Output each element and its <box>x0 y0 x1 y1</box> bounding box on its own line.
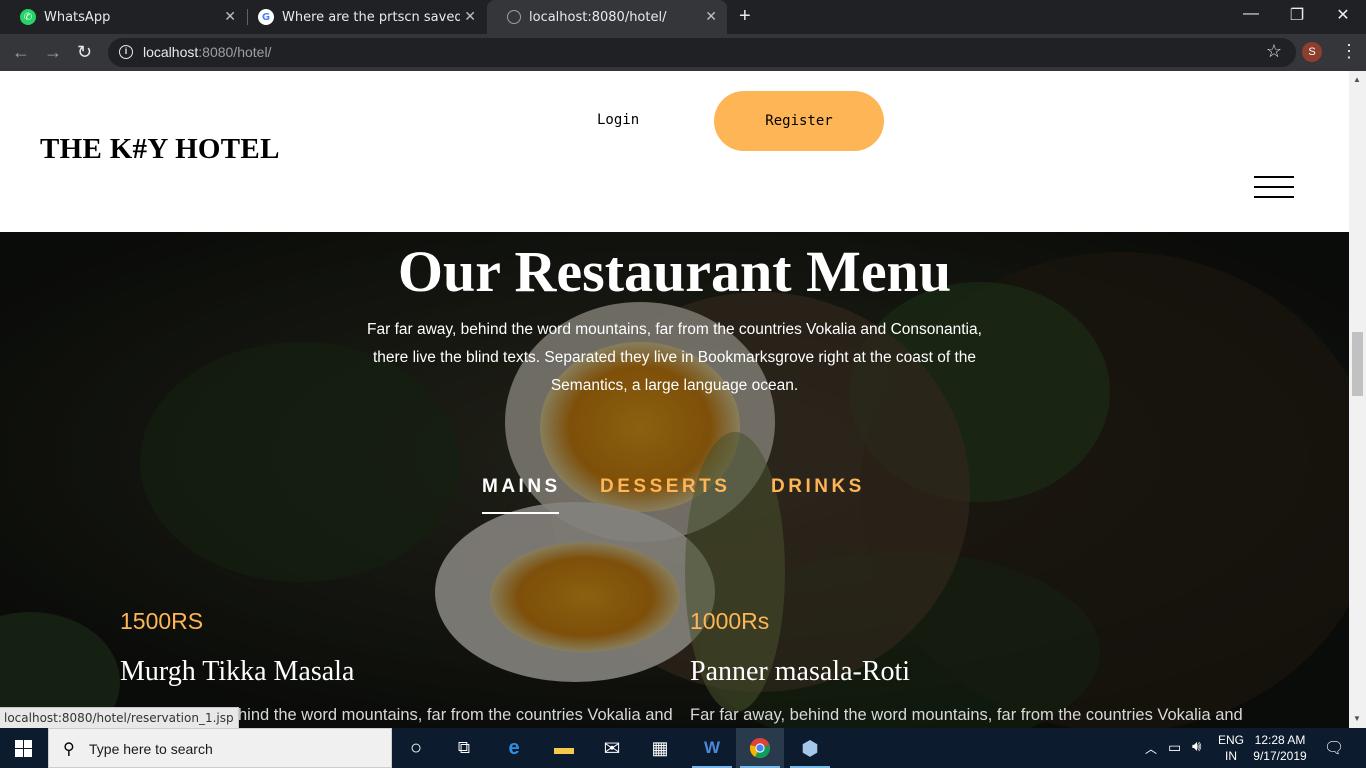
menu-category-tabs: MAINS DESSERTS DRINKS <box>0 476 1349 516</box>
back-icon[interactable]: ← <box>12 42 30 62</box>
virtualbox-icon[interactable]: ⬢ <box>786 728 834 768</box>
bookmark-star-icon[interactable]: ☆ <box>1266 41 1282 62</box>
scroll-down-arrow-icon[interactable]: ▼ <box>1353 714 1361 723</box>
close-tab-icon[interactable]: ✕ <box>464 9 476 25</box>
close-tab-icon[interactable]: ✕ <box>705 9 717 25</box>
clock-date: 9/17/2019 <box>1253 749 1307 763</box>
browser-toolbar: ← → ↻ i localhost:8080/hotel/ ☆ S ⋮ <box>0 34 1366 71</box>
active-tab-underline <box>482 512 559 514</box>
page-viewport: THE K#Y HOTEL Login Register Our Restaur… <box>0 71 1349 728</box>
menu-item-name: Murgh Tikka Masala <box>120 656 355 687</box>
show-hidden-icons-icon[interactable]: ︿ <box>1145 740 1157 757</box>
windows-start-icon[interactable] <box>15 740 32 757</box>
region-code: IN <box>1225 749 1237 763</box>
restore-icon[interactable]: ❐ <box>1274 5 1320 25</box>
whatsapp-icon: ✆ <box>20 9 36 25</box>
system-clock[interactable]: 12:28 AM 9/17/2019 <box>1248 732 1312 764</box>
tab-title: localhost:8080/hotel/ <box>529 9 667 25</box>
tab-whatsapp[interactable]: ✆ WhatsApp ✕ <box>0 0 246 34</box>
new-tab-icon[interactable]: + <box>739 6 751 26</box>
close-window-icon[interactable]: ✕ <box>1320 5 1366 25</box>
close-tab-icon[interactable]: ✕ <box>224 9 236 25</box>
google-icon: G <box>258 9 274 25</box>
browser-tab-strip: ✆ WhatsApp ✕ G Where are the prtscn save… <box>0 0 1366 34</box>
menu-item: 1000Rs Panner masala-Roti Far far away, … <box>690 608 1250 724</box>
notifications-icon[interactable]: 🗨︎ <box>1324 738 1344 758</box>
volume-icon[interactable]: 🔊︎ <box>1192 738 1201 755</box>
address-bar[interactable]: i localhost:8080/hotel/ ☆ <box>108 38 1296 67</box>
word-icon[interactable]: W <box>688 728 736 768</box>
file-explorer-icon[interactable]: ▬ <box>540 728 588 768</box>
language-code: ENG <box>1217 733 1244 747</box>
store-icon[interactable]: ▦ <box>636 728 684 768</box>
edge-browser-icon[interactable]: e <box>490 728 538 768</box>
reload-icon[interactable]: ↻ <box>77 42 92 62</box>
tab-google-search[interactable]: G Where are the prtscn saved in Wi ✕ <box>238 0 486 34</box>
profile-avatar[interactable]: S <box>1302 42 1322 62</box>
page-scrollbar[interactable]: ▲ ▼ <box>1349 71 1366 728</box>
url-host: localhost <box>143 44 199 60</box>
windows-taskbar: ⚲ Type here to search ○ ⧉ e ▬ ✉ ▦ W ⬢ ︿ … <box>0 728 1366 768</box>
tab-localhost[interactable]: localhost:8080/hotel/ ✕ <box>487 0 727 34</box>
menu-title: Our Restaurant Menu <box>397 239 952 304</box>
tab-drinks[interactable]: DRINKS <box>771 476 865 498</box>
menu-item: 1500RS Murgh Tikka Masala Far far away, … <box>120 608 680 724</box>
clock-time: 12:28 AM <box>1254 733 1306 747</box>
tab-mains[interactable]: MAINS <box>482 476 561 498</box>
task-view-icon[interactable]: ⧉ <box>440 728 488 768</box>
site-header: THE K#Y HOTEL Login Register <box>0 71 1349 232</box>
scrollbar-thumb[interactable] <box>1352 332 1363 396</box>
site-logo[interactable]: THE K#Y HOTEL <box>40 133 280 166</box>
scroll-up-arrow-icon[interactable]: ▲ <box>1353 75 1361 84</box>
cortana-icon[interactable]: ○ <box>392 728 440 768</box>
url-path: :8080/hotel/ <box>198 44 272 60</box>
menu-item-price: 1000Rs <box>690 608 770 634</box>
tab-title: Where are the prtscn saved in Wi <box>282 9 460 25</box>
mail-icon[interactable]: ✉ <box>588 728 636 768</box>
menu-intro-text: Far far away, behind the word mountains,… <box>367 321 982 394</box>
battery-icon[interactable]: ▭ <box>1168 739 1181 756</box>
globe-icon <box>507 10 521 24</box>
input-language-indicator[interactable]: ENG IN <box>1214 732 1248 764</box>
search-icon: ⚲ <box>63 741 75 758</box>
hamburger-menu-icon[interactable] <box>1254 176 1294 200</box>
register-button[interactable]: Register <box>714 91 884 151</box>
menu-item-name: Panner masala-Roti <box>690 656 911 687</box>
url-text[interactable]: localhost:8080/hotel/ <box>143 44 271 60</box>
info-icon[interactable]: i <box>119 45 133 59</box>
tab-title: WhatsApp <box>44 9 111 25</box>
tab-desserts[interactable]: DESSERTS <box>600 476 730 498</box>
search-placeholder: Type here to search <box>89 741 213 757</box>
chrome-icon[interactable] <box>736 728 784 768</box>
restaurant-menu-section: Our Restaurant Menu Far far away, behind… <box>0 232 1349 728</box>
login-link[interactable]: Login <box>597 112 639 128</box>
menu-item-description: Far far away, behind the word mountains,… <box>690 706 1243 724</box>
menu-item-price: 1500RS <box>120 608 204 634</box>
minimize-icon[interactable]: — <box>1228 5 1274 23</box>
taskbar-search-box[interactable]: ⚲ Type here to search <box>48 728 392 768</box>
link-status-bubble: localhost:8080/hotel/reservation_1.jsp <box>0 707 239 728</box>
forward-icon[interactable]: → <box>44 42 62 62</box>
menu-kebab-icon[interactable]: ⋮ <box>1340 42 1358 60</box>
